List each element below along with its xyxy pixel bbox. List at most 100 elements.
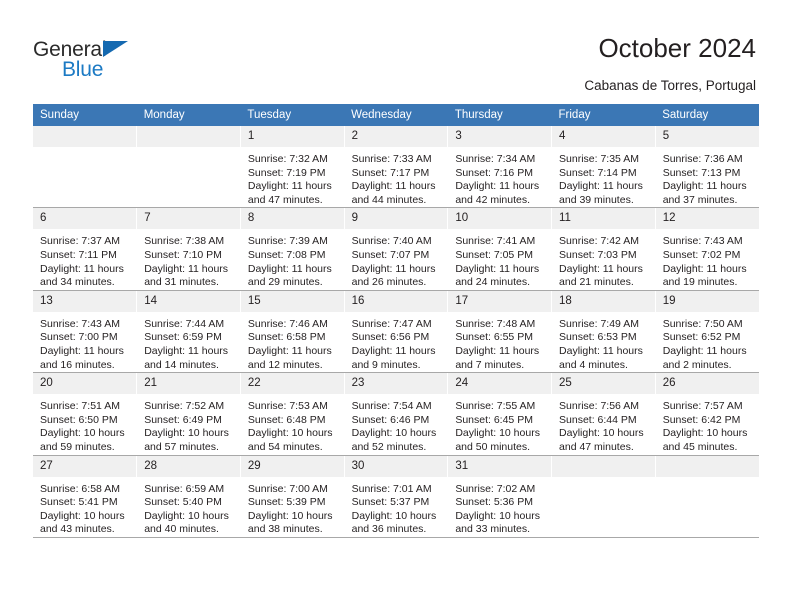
calendar-week-row: 20 Sunrise: 7:51 AM Sunset: 6:50 PM Dayligh… (33, 372, 759, 456)
daylight-text-line1: Daylight: 10 hours (40, 427, 125, 440)
calendar-day-cell[interactable]: 16 Sunrise: 7:47 AM Sunset: 6:56 PM Dayligh… (343, 290, 449, 374)
calendar-day-cell[interactable]: 17 Sunrise: 7:48 AM Sunset: 6:55 PM Dayligh… (447, 290, 553, 374)
sunrise-text: Sunrise: 7:53 AM (247, 400, 328, 413)
daylight-text-line2: and 26 minutes. (351, 276, 427, 289)
calendar-day-cell[interactable]: 18 Sunrise: 7:49 AM Sunset: 6:53 PM Dayligh… (551, 290, 656, 374)
day-number: 30 (344, 455, 448, 477)
day-number: 28 (137, 455, 240, 477)
daylight-text-line2: and 36 minutes. (351, 523, 427, 536)
day-number: 11 (552, 208, 655, 230)
sunset-text: Sunset: 6:42 PM (662, 413, 741, 426)
daylight-text-line1: Daylight: 11 hours (559, 262, 643, 275)
calendar-day-cell[interactable]: 21 Sunrise: 7:52 AM Sunset: 6:49 PM Dayligh… (136, 372, 241, 456)
daylight-text-line1: Daylight: 10 hours (559, 427, 644, 440)
daylight-text-line1: Daylight: 10 hours (144, 427, 229, 440)
daylight-text-line2: and 24 minutes. (455, 276, 531, 289)
sunrise-text: Sunrise: 7:33 AM (351, 153, 432, 165)
calendar-day-cell[interactable]: 4 Sunrise: 7:35 AM Sunset: 7:14 PM Daylight… (551, 126, 656, 209)
daylight-text-line1: Daylight: 11 hours (247, 180, 332, 193)
weekday-header-sunday: Sunday (33, 104, 137, 126)
sunrise-text: Sunrise: 7:47 AM (351, 317, 432, 330)
calendar-day-cell[interactable]: 15 Sunrise: 7:46 AM Sunset: 6:58 PM Dayligh… (239, 290, 345, 374)
general-blue-logo: General Blue (33, 38, 193, 86)
day-sun-info: Sunrise: 7:39 AM Sunset: 7:08 PM Daylight:… (241, 229, 344, 289)
day-number (552, 455, 655, 477)
sunrise-text: Sunrise: 7:55 AM (455, 400, 536, 413)
day-sun-info: Sunrise: 7:00 AM Sunset: 5:39 PM Daylight:… (241, 477, 344, 537)
calendar-day-cell[interactable]: 28 Sunrise: 6:59 AM Sunset: 5:40 PM Dayligh… (136, 455, 241, 538)
day-sun-info: Sunrise: 7:33 AM Sunset: 7:17 PM Daylight:… (345, 147, 448, 207)
day-sun-info: Sunrise: 6:59 AM Sunset: 5:40 PM Daylight:… (137, 477, 240, 537)
calendar-day-cell[interactable]: 30 Sunrise: 7:01 AM Sunset: 5:37 PM Dayligh… (343, 455, 449, 538)
calendar-day-cell[interactable]: 8 Sunrise: 7:39 AM Sunset: 7:08 PM Daylight… (239, 207, 345, 291)
daylight-text-line2: and 31 minutes. (144, 276, 219, 289)
calendar-day-cell[interactable]: 19 Sunrise: 7:50 AM Sunset: 6:52 PM Dayligh… (654, 290, 759, 374)
calendar-day-cell[interactable]: 7 Sunrise: 7:38 AM Sunset: 7:10 PM Daylight… (136, 207, 241, 291)
calendar-day-cell[interactable]: 6 Sunrise: 7:37 AM Sunset: 7:11 PM Daylight… (33, 207, 138, 291)
calendar-day-cell[interactable]: 13 Sunrise: 7:43 AM Sunset: 7:00 PM Dayligh… (33, 290, 138, 374)
day-sun-info: Sunrise: 7:44 AM Sunset: 6:59 PM Daylight:… (137, 312, 240, 372)
daylight-text-line1: Daylight: 11 hours (559, 344, 643, 357)
sunset-text: Sunset: 7:17 PM (351, 166, 430, 179)
sunrise-text: Sunrise: 7:38 AM (144, 235, 225, 248)
calendar-day-cell[interactable]: 3 Sunrise: 7:34 AM Sunset: 7:16 PM Daylight… (447, 126, 553, 209)
sunset-text: Sunset: 7:08 PM (247, 248, 326, 261)
sunset-text: Sunset: 7:13 PM (662, 166, 741, 179)
calendar-day-cell[interactable]: 5 Sunrise: 7:36 AM Sunset: 7:13 PM Daylight… (654, 126, 759, 209)
sunset-text: Sunset: 7:05 PM (455, 248, 533, 261)
sunset-text: Sunset: 7:02 PM (662, 248, 741, 261)
day-number: 2 (344, 126, 448, 147)
sunrise-text: Sunrise: 6:58 AM (40, 482, 120, 495)
calendar-day-cell[interactable]: 11 Sunrise: 7:42 AM Sunset: 7:03 PM Dayligh… (551, 207, 656, 291)
daylight-text-line1: Daylight: 11 hours (40, 344, 124, 357)
daylight-text-line1: Daylight: 10 hours (351, 509, 437, 522)
calendar-day-cell[interactable]: 24 Sunrise: 7:55 AM Sunset: 6:45 PM Dayligh… (447, 372, 553, 456)
sunrise-text: Sunrise: 7:01 AM (351, 482, 432, 495)
daylight-text-line2: and 16 minutes. (40, 358, 115, 371)
sunrise-text: Sunrise: 7:44 AM (144, 317, 225, 330)
day-sun-info: Sunrise: 7:53 AM Sunset: 6:48 PM Daylight:… (241, 394, 344, 454)
calendar-body: 1 Sunrise: 7:32 AM Sunset: 7:19 PM Daylight… (33, 126, 759, 538)
day-sun-info: Sunrise: 7:49 AM Sunset: 6:53 PM Daylight:… (552, 312, 655, 372)
sunrise-text: Sunrise: 7:52 AM (144, 400, 225, 413)
calendar-day-cell[interactable]: 1 Sunrise: 7:32 AM Sunset: 7:19 PM Daylight… (239, 126, 345, 209)
calendar-day-cell[interactable]: 29 Sunrise: 7:00 AM Sunset: 5:39 PM Dayligh… (239, 455, 345, 538)
daylight-text-line1: Daylight: 11 hours (662, 262, 747, 275)
daylight-text-line1: Daylight: 10 hours (662, 427, 748, 440)
calendar-day-cell[interactable]: 2 Sunrise: 7:33 AM Sunset: 7:17 PM Daylight… (343, 126, 449, 209)
weekday-header-tuesday: Tuesday (240, 104, 345, 126)
calendar-day-cell[interactable]: 23 Sunrise: 7:54 AM Sunset: 6:46 PM Dayligh… (343, 372, 449, 456)
sunset-text: Sunset: 6:46 PM (351, 413, 430, 426)
day-sun-info: Sunrise: 7:47 AM Sunset: 6:56 PM Daylight:… (345, 312, 448, 372)
daylight-text-line2: and 39 minutes. (559, 193, 634, 206)
calendar-day-cell[interactable]: 20 Sunrise: 7:51 AM Sunset: 6:50 PM Dayligh… (33, 372, 138, 456)
day-sun-info: Sunrise: 7:46 AM Sunset: 6:58 PM Daylight:… (241, 312, 344, 372)
day-sun-info: Sunrise: 7:52 AM Sunset: 6:49 PM Daylight:… (137, 394, 240, 454)
calendar-day-cell[interactable]: 10 Sunrise: 7:41 AM Sunset: 7:05 PM Dayligh… (447, 207, 553, 291)
calendar-day-cell[interactable]: 31 Sunrise: 7:02 AM Sunset: 5:36 PM Dayligh… (447, 455, 553, 538)
daylight-text-line1: Daylight: 11 hours (351, 344, 436, 357)
calendar-day-cell[interactable]: 22 Sunrise: 7:53 AM Sunset: 6:48 PM Dayligh… (239, 372, 345, 456)
daylight-text-line2: and 21 minutes. (559, 276, 634, 289)
day-number: 5 (655, 126, 759, 147)
sunset-text: Sunset: 7:00 PM (40, 331, 118, 344)
day-sun-info: Sunrise: 7:43 AM Sunset: 7:02 PM Daylight:… (656, 229, 759, 289)
calendar-day-cell[interactable]: 26 Sunrise: 7:57 AM Sunset: 6:42 PM Dayligh… (654, 372, 759, 456)
weekday-header-row: Sunday Monday Tuesday Wednesday Thursday… (33, 104, 759, 126)
calendar-day-cell[interactable]: 12 Sunrise: 7:43 AM Sunset: 7:02 PM Dayligh… (654, 207, 759, 291)
calendar-day-cell[interactable]: 14 Sunrise: 7:44 AM Sunset: 6:59 PM Dayligh… (136, 290, 241, 374)
calendar-day-cell[interactable]: 27 Sunrise: 6:58 AM Sunset: 5:41 PM Dayligh… (33, 455, 138, 538)
daylight-text-line1: Daylight: 10 hours (351, 427, 437, 440)
calendar-week-row: 13 Sunrise: 7:43 AM Sunset: 7:00 PM Dayligh… (33, 290, 759, 374)
day-sun-info: Sunrise: 7:43 AM Sunset: 7:00 PM Daylight:… (33, 312, 136, 372)
sunrise-text: Sunrise: 7:43 AM (40, 317, 120, 330)
calendar-day-cell[interactable]: 25 Sunrise: 7:56 AM Sunset: 6:44 PM Dayligh… (551, 372, 656, 456)
day-number: 16 (344, 290, 448, 312)
calendar-day-cell[interactable]: 9 Sunrise: 7:40 AM Sunset: 7:07 PM Daylight… (343, 207, 449, 291)
calendar-day-cell-empty (33, 126, 138, 209)
day-number: 13 (33, 290, 137, 312)
day-number: 10 (448, 208, 552, 230)
sunset-text: Sunset: 6:58 PM (247, 331, 326, 344)
day-number (33, 126, 137, 147)
sunrise-text: Sunrise: 7:56 AM (559, 400, 639, 413)
